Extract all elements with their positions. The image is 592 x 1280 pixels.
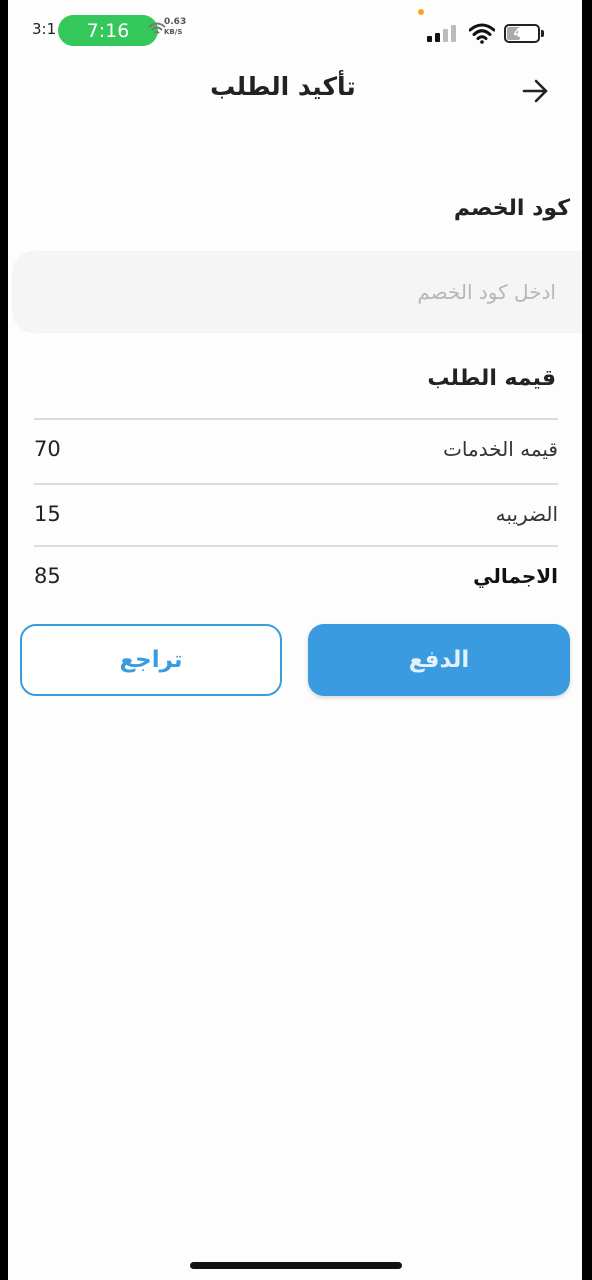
privacy-dot-icon	[418, 9, 424, 15]
net-speed-unit: KB/S	[164, 28, 183, 36]
wifi-icon	[469, 23, 495, 44]
battery-icon: 40	[504, 24, 540, 43]
screen: 3:1 7:16 0.63 KB/S 40 تأكيد الطلب كود ال…	[8, 0, 582, 1280]
tax-label: الضريبه	[495, 502, 558, 526]
status-clock-partial: 3:1	[32, 20, 57, 38]
divider	[34, 545, 558, 547]
status-bar: 3:1 7:16 0.63 KB/S 40	[8, 0, 582, 60]
cellular-signal-icon	[427, 24, 461, 42]
services-value-row: قيمه الخدمات 70	[34, 437, 558, 487]
pay-button[interactable]: الدفع	[308, 624, 570, 696]
order-value-title: قيمه الطلب	[427, 366, 556, 391]
divider	[34, 418, 558, 420]
discount-code-label: كود الخصم	[453, 196, 570, 221]
services-value-amount: 70	[34, 437, 61, 461]
page-title: تأكيد الطلب	[210, 72, 356, 101]
total-amount: 85	[34, 564, 61, 588]
status-time: 7:16	[86, 19, 130, 42]
home-indicator[interactable]	[190, 1262, 402, 1269]
cancel-button[interactable]: تراجع	[20, 624, 282, 696]
app-header: تأكيد الطلب	[8, 60, 582, 120]
net-speed-indicator: 0.63 KB/S	[148, 17, 196, 43]
discount-code-input[interactable]	[12, 251, 582, 333]
battery-percent: 40	[513, 26, 531, 40]
total-row: الاجمالي 85	[34, 564, 558, 614]
cancel-button-label: تراجع	[119, 647, 183, 673]
divider	[34, 483, 558, 485]
tax-amount: 15	[34, 502, 61, 526]
arrow-right-icon[interactable]	[518, 74, 552, 108]
total-label: الاجمالي	[473, 564, 558, 588]
pay-button-label: الدفع	[408, 647, 470, 673]
status-time-pill[interactable]: 7:16	[58, 15, 158, 46]
net-speed-value: 0.63	[164, 17, 187, 27]
services-value-label: قيمه الخدمات	[443, 437, 558, 461]
battery-tip-icon	[541, 30, 544, 37]
